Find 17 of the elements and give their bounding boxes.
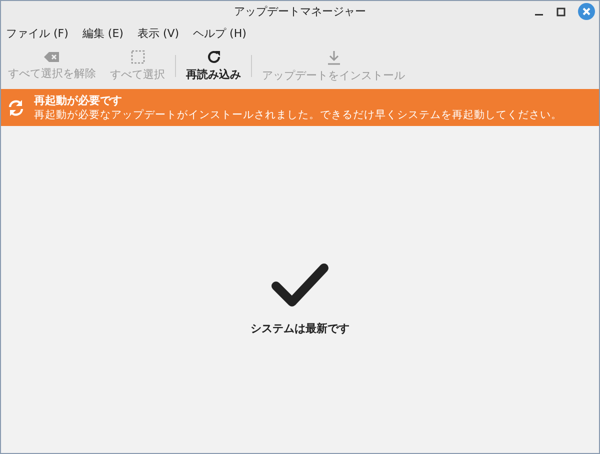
menu-item[interactable]: 編集 (E)	[82, 26, 124, 41]
banner-title: 再起動が必要です	[34, 93, 123, 108]
close-icon[interactable]	[578, 3, 595, 20]
banner-message: 再起動が必要なアップデートがインストールされました。できるだけ早くシステムを再起動してください。	[34, 108, 562, 122]
refresh-icon	[206, 50, 220, 64]
menu-item[interactable]: ファイル (F)	[6, 26, 68, 41]
toolbar-button[interactable]: 再読み込み	[182, 48, 245, 84]
backspace-icon	[44, 51, 60, 63]
menu-item[interactable]: 表示 (V)	[137, 26, 180, 41]
sync-icon	[7, 98, 25, 116]
status-message: システムは最新です	[250, 321, 350, 336]
selection-icon	[130, 50, 144, 64]
window-title: アップデートマネージャー	[234, 4, 366, 19]
maximize-icon[interactable]	[556, 6, 566, 16]
menu-item[interactable]: ヘルプ (H)	[193, 26, 246, 41]
download-icon	[326, 50, 340, 64]
checkmark-icon	[271, 263, 329, 307]
